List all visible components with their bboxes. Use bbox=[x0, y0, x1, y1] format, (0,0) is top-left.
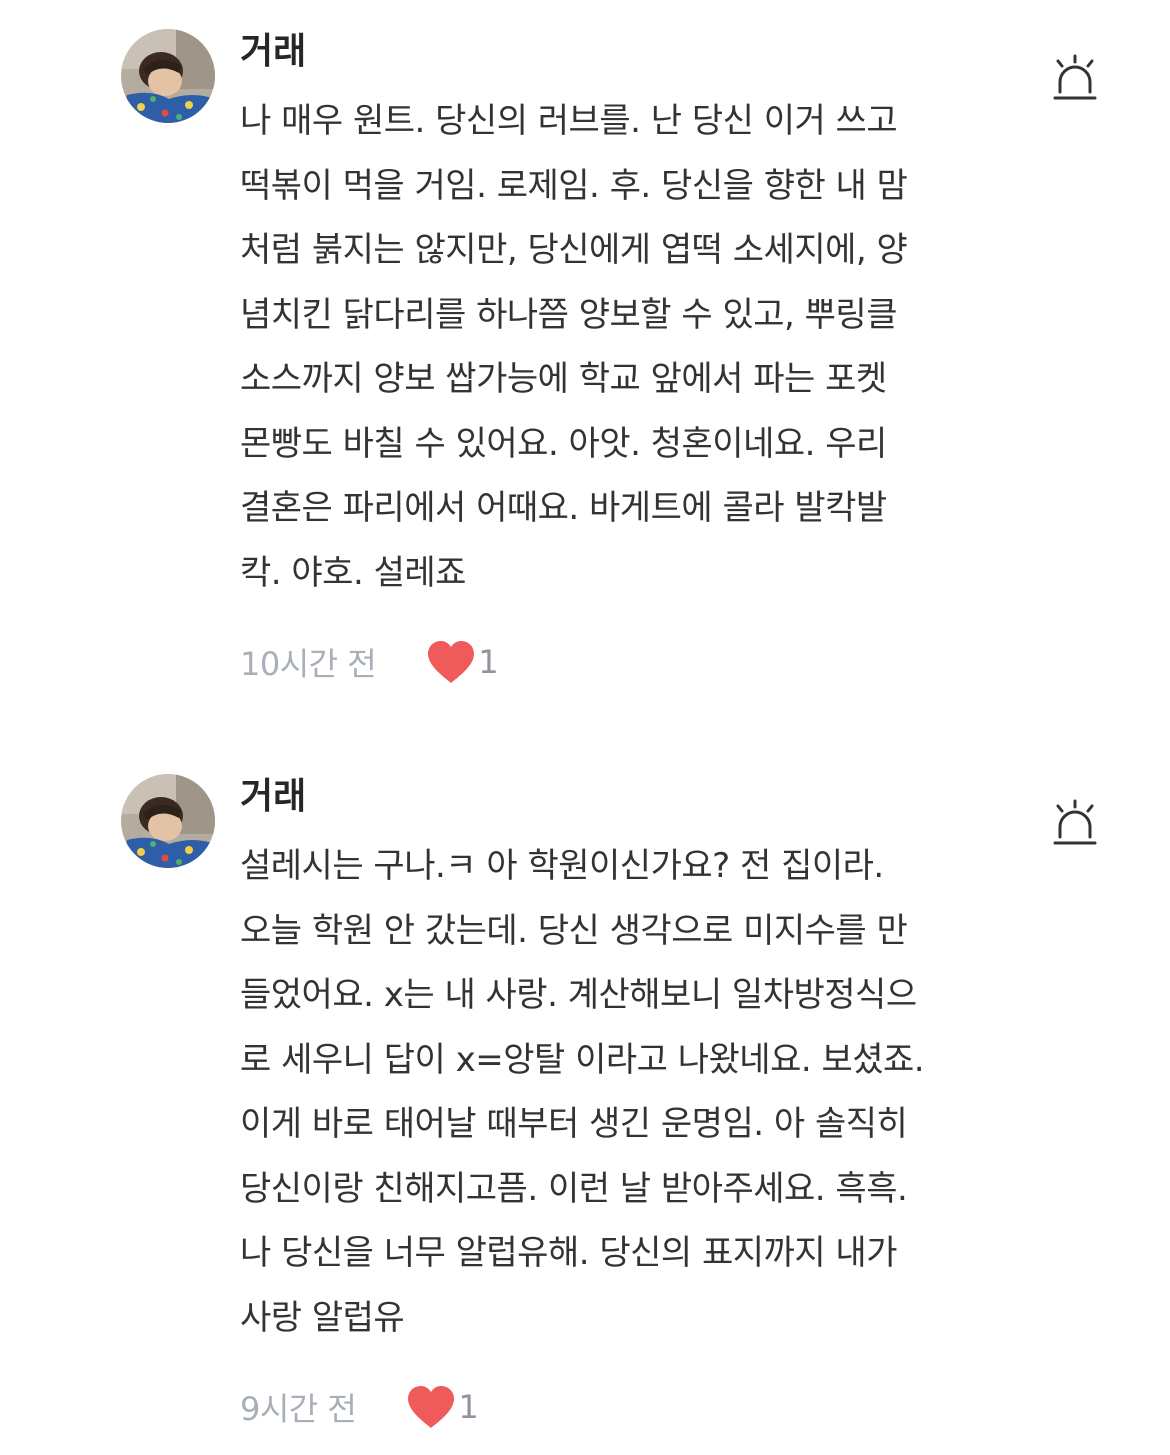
comment-line: 당신이랑 친해지고픔. 이런 날 받아주세요. 흑흑. bbox=[240, 1168, 908, 1209]
comment-item: 거래 설레시는 구나.ㅋ 아 학원이신가요? 전 집이라. 오늘 학원 안 갔는… bbox=[0, 745, 1170, 1455]
heart-icon bbox=[428, 641, 475, 683]
heart-icon bbox=[408, 1386, 455, 1428]
comment-line: 사랑 알럽유 bbox=[240, 1297, 405, 1338]
like-button[interactable]: 1 bbox=[406, 1385, 479, 1429]
avatar[interactable] bbox=[121, 29, 215, 123]
comment-line: 몬빵도 바칠 수 있어요. 아앗. 청혼이네요. 우리 bbox=[240, 423, 887, 464]
report-button[interactable] bbox=[1050, 799, 1100, 849]
comment-line: 나 매우 원트. 당신의 러브를. 난 당신 이거 쓰고 bbox=[240, 101, 898, 141]
avatar[interactable] bbox=[121, 774, 215, 868]
siren-icon bbox=[1053, 54, 1097, 100]
comment-author[interactable]: 거래 bbox=[240, 774, 306, 820]
comment-item: 거래 나 매우 원트. 당신의 러브를. 난 당신 이거 쓰고 떡볶이 먹을 거… bbox=[0, 0, 1170, 720]
comment-meta: 10시간 전 1 bbox=[240, 637, 499, 687]
comment-line: 념치킨 닭다리를 하나쯤 양보할 수 있고, 뿌링클 bbox=[240, 294, 897, 335]
comment-meta: 9시간 전 1 bbox=[240, 1382, 479, 1432]
comment-line: 떡볶이 먹을 거임. 로제임. 후. 당신을 향한 내 맘 bbox=[240, 165, 908, 206]
comment-time: 9시간 전 bbox=[240, 1390, 357, 1428]
comment-line: 들었어요. x는 내 사랑. 계산해보니 일차방정식으 bbox=[240, 975, 917, 1015]
comment-line: 이게 바로 태어날 때부터 생긴 운명임. 아 솔직히 bbox=[240, 1104, 908, 1144]
comment-body: 나 매우 원트. 당신의 러브를. 난 당신 이거 쓰고 떡볶이 먹을 거임. … bbox=[240, 89, 980, 605]
comment-time: 10시간 전 bbox=[240, 645, 377, 683]
like-button[interactable]: 1 bbox=[426, 640, 499, 684]
like-count: 1 bbox=[478, 643, 499, 681]
comment-line: 결혼은 파리에서 어때요. 바게트에 콜라 발칵발 bbox=[240, 488, 887, 528]
comment-line: 소스까지 양보 쌉가능에 학교 앞에서 파는 포켓 bbox=[240, 359, 887, 399]
comment-line: 나 당신을 너무 알럽유해. 당신의 표지까지 내가 bbox=[240, 1233, 897, 1273]
comment-line: 오늘 학원 안 갔는데. 당신 생각으로 미지수를 만 bbox=[240, 910, 908, 951]
siren-icon bbox=[1053, 799, 1097, 845]
comment-line: 로 세우니 답이 x=앙탈 이라고 나왔네요. 보셨죠. bbox=[240, 1039, 925, 1080]
avatar-image bbox=[121, 774, 215, 868]
comment-author[interactable]: 거래 bbox=[240, 29, 306, 75]
comment-body: 설레시는 구나.ㅋ 아 학원이신가요? 전 집이라. 오늘 학원 안 갔는데. … bbox=[240, 834, 980, 1350]
comment-line: 칵. 야호. 설레죠 bbox=[240, 552, 466, 593]
avatar-image bbox=[121, 29, 215, 123]
like-count: 1 bbox=[458, 1388, 479, 1426]
comment-line: 처럼 붉지는 않지만, 당신에게 엽떡 소세지에, 양 bbox=[240, 230, 908, 270]
report-button[interactable] bbox=[1050, 54, 1100, 104]
comment-line: 설레시는 구나.ㅋ 아 학원이신가요? 전 집이라. bbox=[240, 846, 884, 886]
